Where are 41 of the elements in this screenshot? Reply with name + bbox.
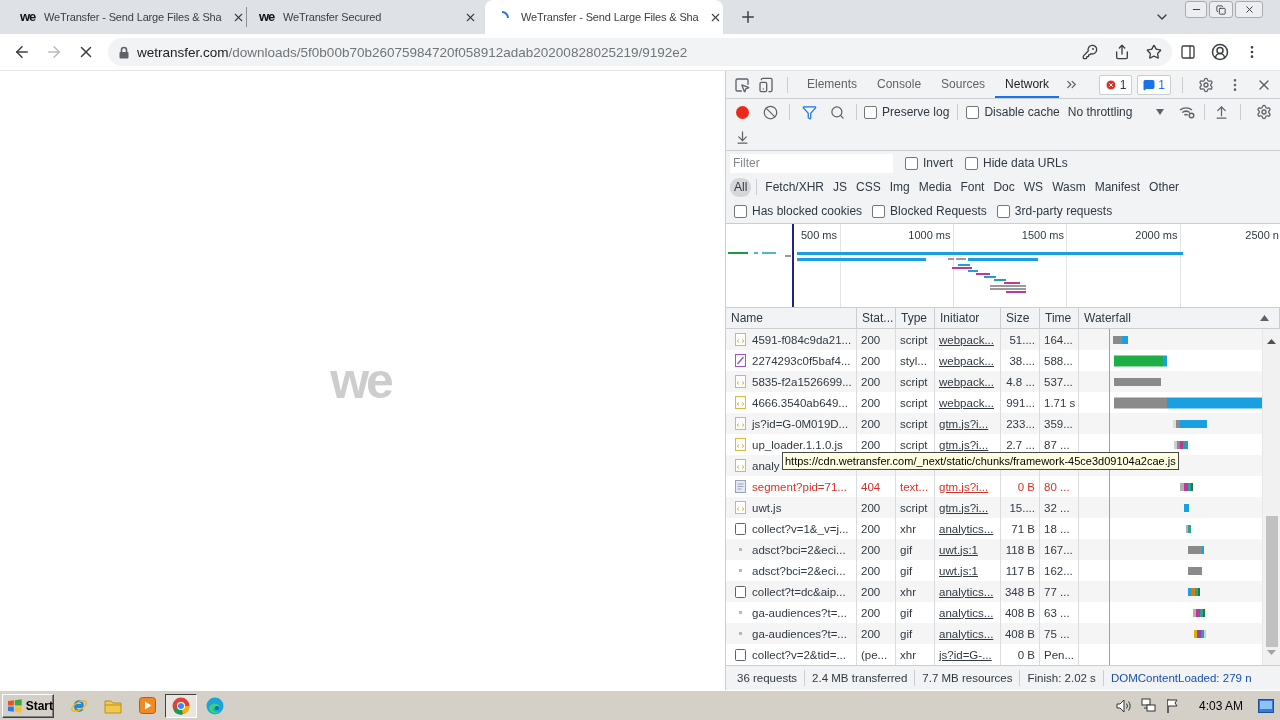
file-name: segment?pid=71...	[752, 480, 847, 493]
time-tick-label: 500 ms	[800, 229, 837, 241]
checkbox-label: Blocked Requests	[890, 204, 987, 218]
checkbox-label: Preserve log	[882, 105, 950, 119]
status-text: 2.4 MB transferred	[811, 672, 909, 684]
tab-title: WeTransfer Secured	[283, 11, 383, 23]
file-name: adsct?bci=2&eci...	[752, 543, 846, 556]
clock-text: 4:03 AM	[1198, 698, 1243, 713]
file-name: 5835-f2a1526699...	[752, 375, 852, 388]
checkbox-label: Hide data URLs	[983, 156, 1068, 170]
checkbox-label: 3rd-party requests	[1014, 204, 1113, 218]
status-text: 36 requests	[736, 672, 799, 684]
status-text: 7.7 MB resources	[921, 672, 1014, 684]
file-name: collect?t=dc&aip...	[752, 585, 846, 598]
time-tick-label: 2000 ms	[1135, 229, 1178, 241]
file-name: 4666.3540ab649...	[752, 396, 848, 409]
time-tick-label: 1000 ms	[908, 229, 951, 241]
favicon-logo: we	[259, 9, 275, 25]
checkbox-label: Has blocked cookies	[752, 204, 863, 218]
file-name: js?id=G-0M019D...	[752, 417, 849, 430]
dom-loaded-time: DOMContentLoaded: 279 n	[1109, 672, 1253, 684]
status-text: Finish: 2.02 s	[1026, 672, 1097, 684]
file-name: uwt.js	[752, 501, 782, 514]
favicon-logo: we	[20, 9, 36, 25]
time-tick-label: 2500 n	[1245, 229, 1279, 241]
file-name: analy	[752, 459, 780, 472]
url-tooltip: https://cdn.wetransfer.com/_next/static/chunks/framework-45ce3d09104a2cae.js	[782, 452, 1179, 470]
file-name: ga-audiences?t=...	[752, 627, 847, 640]
file-name: 2274293c0f5baf4...	[752, 354, 851, 367]
file-name: collect?v=1&_v=j...	[752, 522, 849, 535]
file-name: collect?v=2&tid=...	[752, 648, 846, 661]
url-text: wetransfer.com/downloads/5f0b00b70b26075984720f058912adab20200828025219/9192e2	[137, 44, 689, 60]
time-tick-label: 1500 ms	[1021, 229, 1064, 241]
file-name: adsct?bci=2&eci...	[752, 564, 846, 577]
checkbox-label: Invert	[923, 156, 953, 170]
file-name: up_loader.1.1.0.js	[752, 438, 843, 451]
file-name: ga-audiences?t=...	[752, 606, 847, 619]
checkbox-label: Disable cache	[984, 105, 1060, 119]
tab-title: WeTransfer - Send Large Files & Sha	[521, 11, 699, 23]
file-name: 4591-f084c9da21...	[752, 333, 852, 346]
tab-title: WeTransfer - Send Large Files & Sha	[44, 11, 222, 23]
